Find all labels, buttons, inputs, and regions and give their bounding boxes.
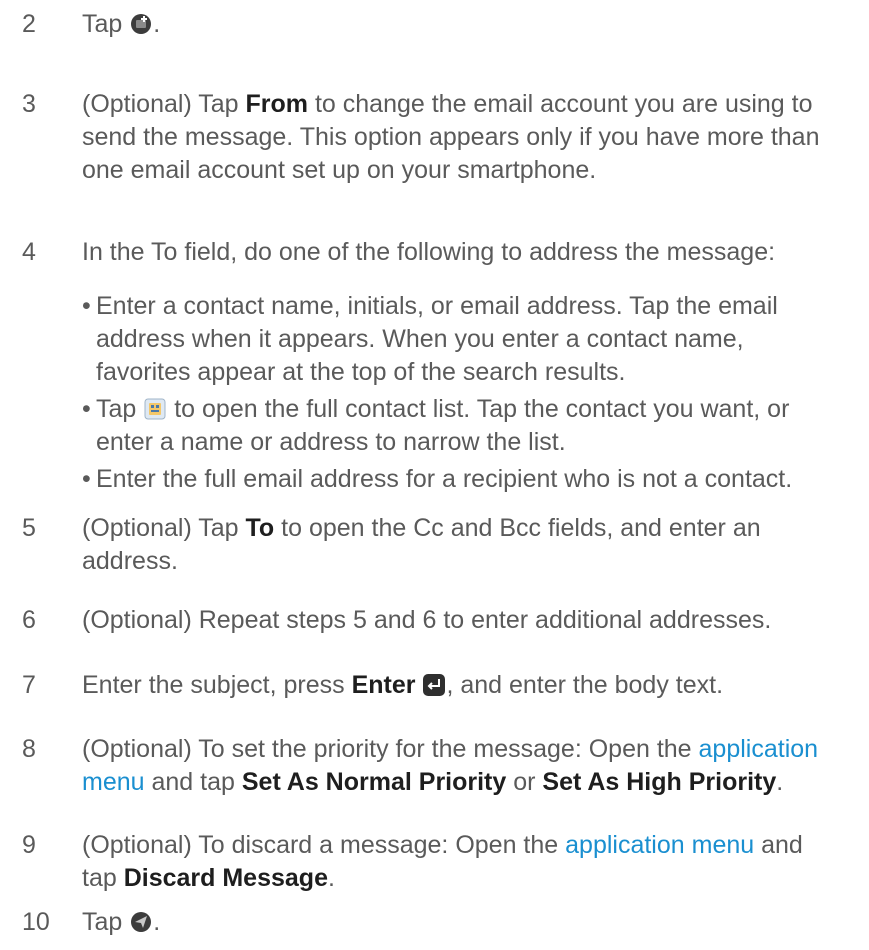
step-text: Enter the subject, press Enter , and ent… xyxy=(82,669,829,702)
list-item: Tap to open the full contact list. Tap t… xyxy=(82,393,829,459)
high-priority-label: Set As High Priority xyxy=(542,768,777,796)
bullet-text: Enter the full email address for a recip… xyxy=(96,465,793,493)
step-text-part: Tap xyxy=(82,10,130,38)
step-text-part: , and enter the body text. xyxy=(446,671,724,699)
step-number: 7 xyxy=(22,671,36,699)
step-number: 2 xyxy=(22,10,36,38)
to-label: To xyxy=(245,514,275,542)
step-number: 6 xyxy=(22,606,36,634)
step-number: 5 xyxy=(22,514,36,542)
step-number: 4 xyxy=(22,238,36,266)
compose-icon xyxy=(129,12,153,36)
step-text-part: . xyxy=(153,10,161,38)
application-menu-link[interactable]: application menu xyxy=(565,831,754,859)
step-text-part: . xyxy=(776,768,784,796)
step-text: (Optional) To discard a message: Open th… xyxy=(82,829,829,895)
step-number: 8 xyxy=(22,735,36,763)
enter-key-icon xyxy=(422,673,446,697)
bullet-list: Enter a contact name, initials, or email… xyxy=(82,290,829,496)
step-text: (Optional) Tap To to open the Cc and Bcc… xyxy=(82,512,829,578)
enter-label: Enter xyxy=(351,671,416,699)
bullet-text: Enter a contact name, initials, or email… xyxy=(96,292,778,386)
discard-message-label: Discard Message xyxy=(123,864,328,892)
step-text: In the To field, do one of the following… xyxy=(82,236,829,496)
send-icon xyxy=(129,910,153,934)
step-text-part: and tap xyxy=(144,768,242,796)
list-item: Enter a contact name, initials, or email… xyxy=(82,290,829,389)
step-text: (Optional) To set the priority for the m… xyxy=(82,733,829,799)
step-number: 10 xyxy=(22,908,50,936)
step-text: (Optional) Tap From to change the email … xyxy=(82,88,829,187)
bullet-text: Tap xyxy=(96,395,144,423)
step-text-part: (Optional) Tap xyxy=(82,90,246,118)
step-text-part: Tap xyxy=(82,908,130,936)
step-text-part: Enter the subject, press xyxy=(82,671,352,699)
step-text-part: (Optional) Tap xyxy=(82,514,246,542)
step-text-part: . xyxy=(327,864,335,892)
step-text-part: (Optional) To discard a message: Open th… xyxy=(82,831,566,859)
normal-priority-label: Set As Normal Priority xyxy=(241,768,507,796)
step-text-part: or xyxy=(506,768,543,796)
instruction-page: 2 Tap . 3 (Optional) Tap From to change … xyxy=(0,0,869,950)
step-text: Tap . xyxy=(82,906,829,939)
step-text: Tap . xyxy=(82,8,829,41)
step-text: (Optional) Repeat steps 5 and 6 to enter… xyxy=(82,606,772,634)
list-item: Enter the full email address for a recip… xyxy=(82,463,829,496)
from-label: From xyxy=(245,90,309,118)
step-number: 3 xyxy=(22,90,36,118)
step-text-part: . xyxy=(153,908,161,936)
step-text-part: (Optional) To set the priority for the m… xyxy=(82,735,699,763)
step-text-part: In the To field, do one of the following… xyxy=(82,238,776,266)
step-number: 9 xyxy=(22,831,36,859)
contacts-icon xyxy=(143,397,167,421)
bullet-text: to open the full contact list. Tap the c… xyxy=(96,395,790,456)
